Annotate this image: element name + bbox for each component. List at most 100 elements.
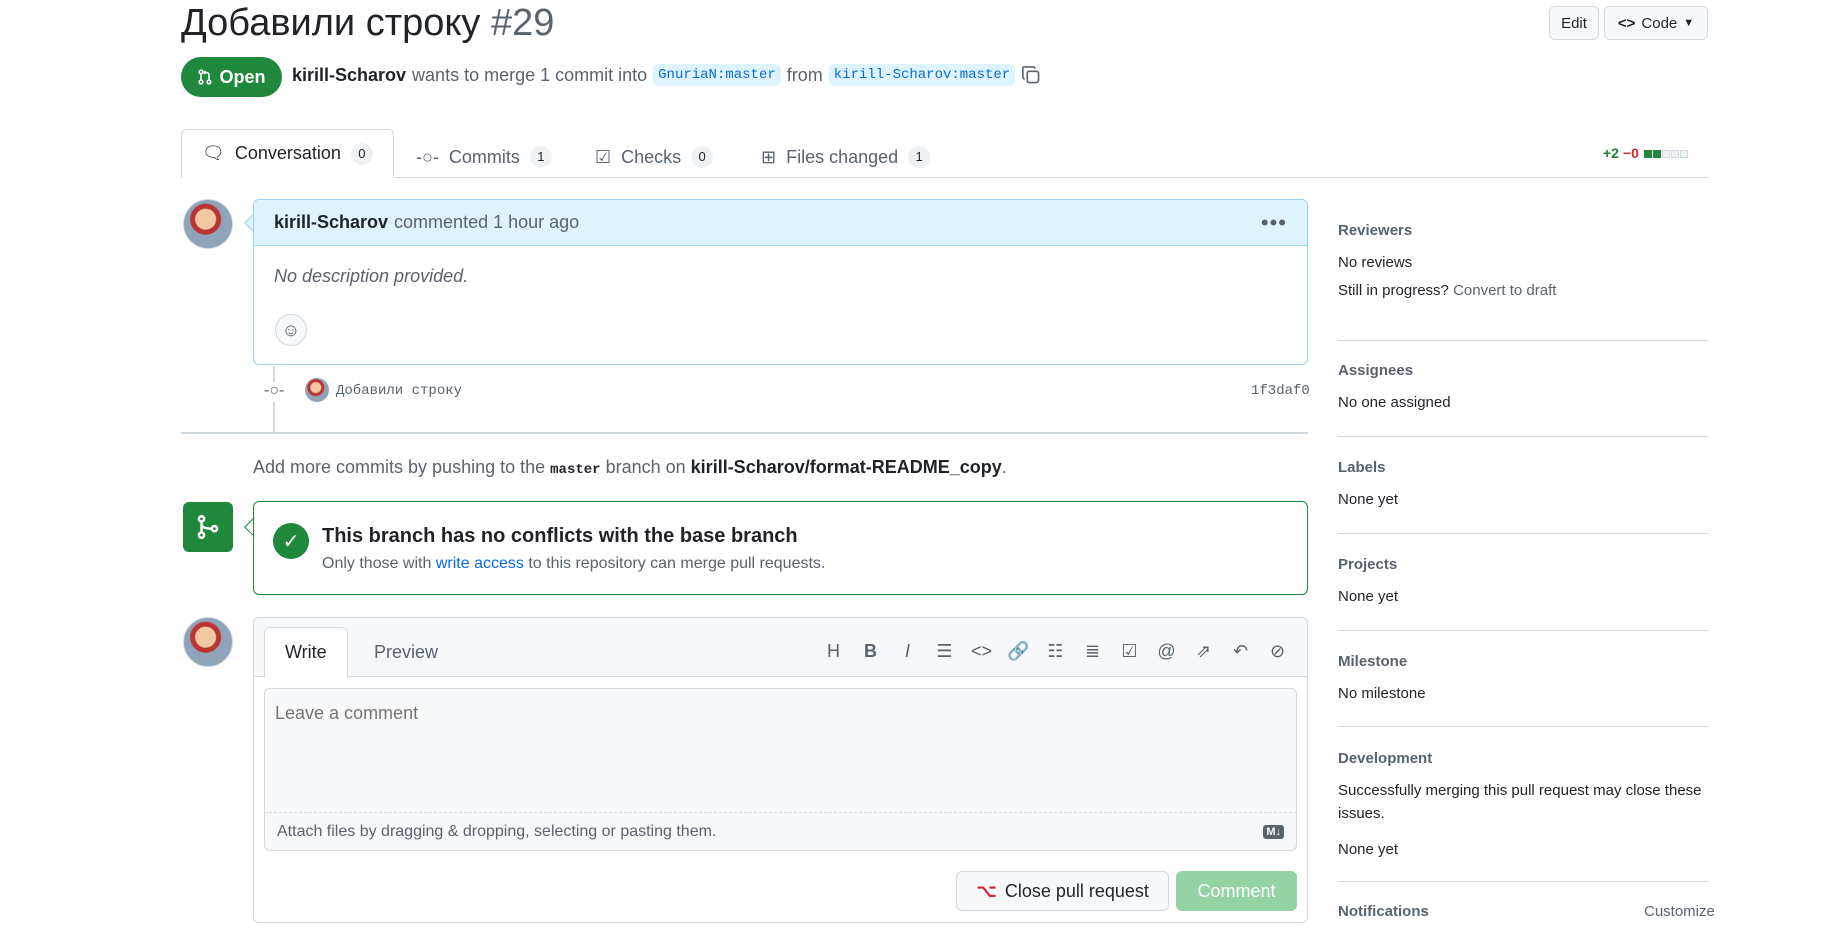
timeline-divider — [181, 432, 1308, 434]
tab-checks[interactable]: ☑ Checks 0 — [575, 136, 733, 178]
markdown-toolbar: H B I ☰ <> 🔗 ☷ ≣ ☑ @ ⇗ ↶ ⊘ — [820, 636, 1291, 666]
deletions-count: −0 — [1622, 145, 1639, 161]
head-branch[interactable]: kirill-Scharov:master — [828, 64, 1016, 86]
milestone-title[interactable]: Milestone — [1338, 653, 1708, 670]
labels-title[interactable]: Labels — [1338, 459, 1708, 476]
check-icon: ✓ — [273, 523, 309, 559]
draft-hint: Still in progress? Convert to draft — [1338, 282, 1708, 299]
development-value: None yet — [1338, 840, 1399, 858]
commit-message[interactable]: Добавили строку — [336, 383, 462, 399]
push-hint-middle: branch on — [605, 457, 686, 477]
comment-time: commented 1 hour ago — [394, 212, 580, 232]
tab-conversation[interactable]: 🗨 Conversation 0 — [181, 129, 394, 178]
commit-avatar[interactable] — [305, 378, 329, 402]
sidebar-divider — [1338, 630, 1708, 631]
projects-title[interactable]: Projects — [1338, 556, 1708, 573]
commit-sha[interactable]: 1f3daf0 — [1251, 383, 1310, 399]
development-title[interactable]: Development — [1338, 750, 1708, 767]
merge-subtitle: Only those with write access to this rep… — [322, 555, 825, 573]
smiley-icon[interactable]: ☺ — [275, 314, 307, 346]
edit-button[interactable]: Edit — [1549, 6, 1599, 40]
convert-to-draft-link[interactable]: Convert to draft — [1453, 282, 1556, 299]
reviewers-title[interactable]: Reviewers — [1338, 222, 1708, 239]
comment-header: kirill-Scharov commented 1 hour ago ••• — [254, 200, 1307, 246]
customize-link[interactable]: Customize — [1644, 903, 1715, 920]
additions-count: +2 — [1603, 145, 1619, 161]
progress-question: Still in progress? — [1338, 282, 1449, 300]
labels-value: None yet — [1338, 491, 1399, 508]
tab-preview[interactable]: Preview — [354, 627, 458, 678]
comment-box: kirill-Scharov commented 1 hour ago ••• … — [253, 199, 1308, 365]
merge-sub-suffix: to this repository can merge pull reques… — [528, 555, 826, 572]
git-pull-request-closed-icon: ⌥ — [976, 880, 997, 901]
comment-body: No description provided. — [274, 266, 469, 286]
sidebar-reviewers: Reviewers No reviews Still in progress? … — [1338, 222, 1708, 299]
git-merge-icon — [183, 502, 233, 552]
comment-textarea[interactable] — [264, 688, 1297, 813]
heading-icon[interactable]: H — [820, 636, 847, 666]
close-pull-request-button[interactable]: ⌥ Close pull request — [956, 871, 1169, 911]
sidebar-assignees: Assignees No one assigned — [1338, 362, 1708, 414]
tab-count: 0 — [691, 146, 714, 168]
code-button[interactable]: <> Code ▼ — [1604, 6, 1708, 40]
tab-label: Checks — [621, 146, 682, 167]
bold-icon[interactable]: B — [857, 636, 884, 666]
mention-icon[interactable]: @ — [1153, 636, 1180, 666]
tab-count: 1 — [529, 146, 552, 168]
code-button-label: Code — [1641, 14, 1678, 32]
pr-number: #29 — [490, 2, 555, 44]
tab-write[interactable]: Write — [264, 627, 348, 678]
merge-box — [253, 501, 1308, 595]
commit-icon: -○- — [264, 382, 284, 402]
diff-stat: +2 −0 — [1603, 145, 1688, 161]
push-hint-prefix: Add more commits by pushing to the — [253, 457, 546, 477]
code-icon[interactable]: <> — [968, 636, 995, 666]
cross-reference-icon[interactable]: ⇗ — [1190, 636, 1217, 666]
diffstat-bar — [1643, 145, 1688, 161]
comment-button[interactable]: Comment — [1176, 871, 1297, 911]
development-desc: Successfully merging this pull request m… — [1338, 782, 1702, 823]
markdown-icon: M↓ — [1263, 824, 1284, 839]
pr-meta: kirill-Scharov wants to merge 1 commit i… — [292, 64, 1041, 86]
write-access-link[interactable]: write access — [436, 555, 524, 572]
avatar[interactable] — [183, 617, 233, 667]
ordered-list-icon[interactable]: ≣ — [1079, 636, 1106, 666]
milestone-value: No milestone — [1338, 685, 1426, 702]
comment-author[interactable]: kirill-Scharov — [274, 212, 388, 233]
pr-author-link[interactable]: kirill-Scharov — [292, 65, 406, 86]
status-label: Open — [219, 66, 266, 87]
pull-request-icon — [198, 69, 213, 85]
sidebar-divider — [1338, 436, 1708, 437]
base-branch[interactable]: GnuriaN:master — [653, 64, 781, 86]
page-title: Добавили строку #29 — [181, 2, 554, 45]
kebab-menu-icon[interactable]: ••• — [1261, 210, 1287, 236]
assignees-title[interactable]: Assignees — [1338, 362, 1708, 379]
sidebar-divider — [1338, 881, 1708, 882]
merge-title: This branch has no conflicts with the ba… — [322, 525, 798, 547]
merge-sub-prefix: Only those with — [322, 555, 432, 572]
push-hint: Add more commits by pushing to the maste… — [253, 457, 1007, 478]
commit-icon: -○- — [416, 146, 439, 167]
tab-commits[interactable]: -○- Commits 1 — [396, 136, 572, 178]
tab-label: Conversation — [234, 143, 341, 163]
checklist-icon: ☑ — [595, 146, 612, 167]
task-list-icon[interactable]: ☑ — [1116, 636, 1143, 666]
copy-icon[interactable] — [1021, 65, 1041, 85]
conversation-icon: 🗨 — [202, 143, 225, 163]
quote-icon[interactable]: ☰ — [931, 636, 958, 666]
reply-icon[interactable]: ↶ — [1227, 636, 1254, 666]
italic-icon[interactable]: I — [894, 636, 921, 666]
push-hint-repo[interactable]: kirill-Scharov/format-README_copy — [691, 457, 1002, 477]
tab-files-changed[interactable]: ⊞ Files changed 1 — [741, 136, 950, 178]
close-pr-label: Close pull request — [1004, 880, 1149, 901]
caret-down-icon: ▼ — [1683, 17, 1695, 29]
link-icon[interactable]: 🔗 — [1005, 636, 1032, 666]
avatar[interactable] — [183, 199, 233, 249]
slash-commands-icon[interactable]: ⊘ — [1264, 636, 1291, 666]
attach-files-bar[interactable]: Attach files by dragging & dropping, sel… — [264, 813, 1297, 851]
unordered-list-icon[interactable]: ☷ — [1042, 636, 1069, 666]
sidebar-divider — [1338, 340, 1708, 341]
from-text: from — [786, 64, 823, 85]
tab-count: 0 — [350, 142, 373, 165]
sidebar-divider — [1338, 533, 1708, 534]
